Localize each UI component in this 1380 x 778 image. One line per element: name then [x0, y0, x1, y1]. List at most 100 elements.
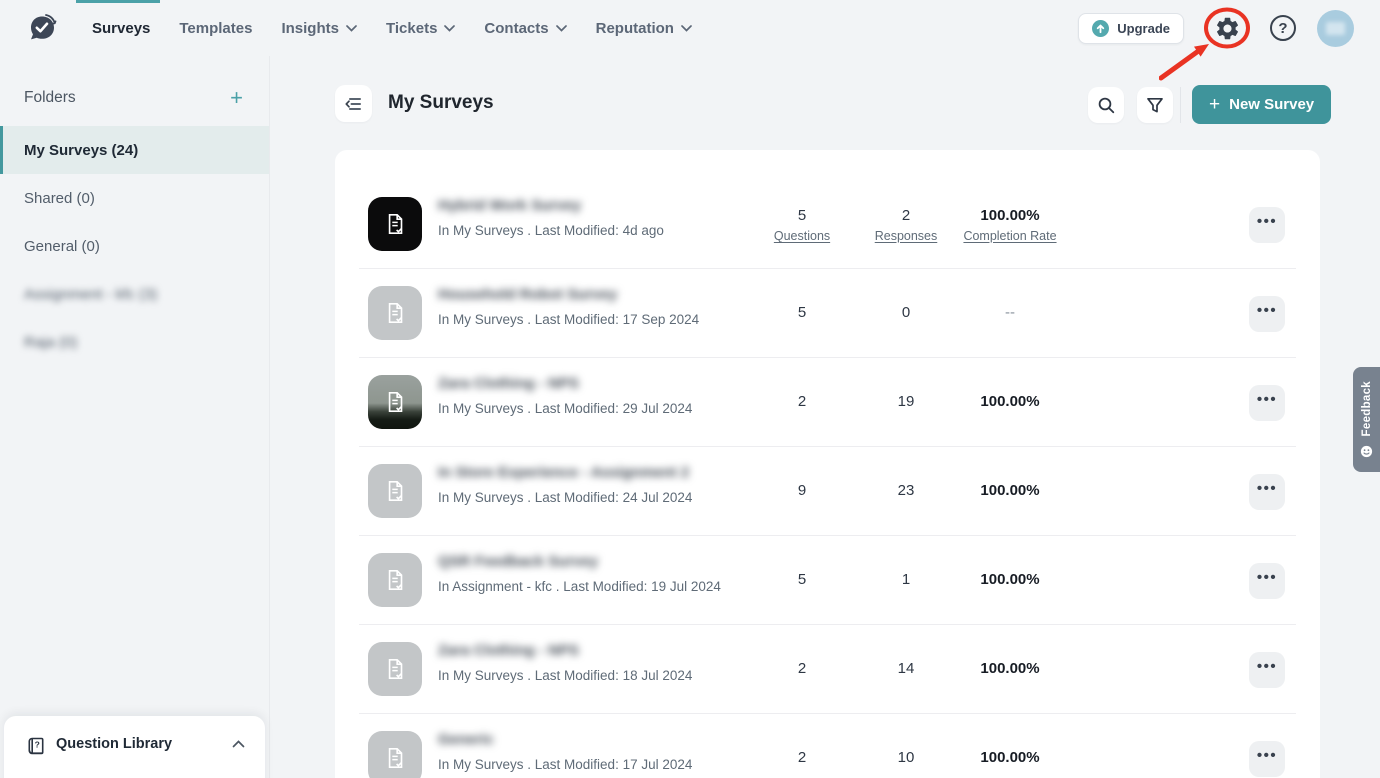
survey-thumbnail[interactable] — [368, 731, 422, 778]
survey-row[interactable]: QSR Feedback Survey In Assignment - kfc … — [335, 536, 1320, 625]
survey-thumbnail[interactable] — [368, 553, 422, 607]
upgrade-button[interactable]: Upgrade — [1078, 13, 1184, 44]
survey-meta: In My Surveys . Last Modified: 24 Jul 20… — [438, 490, 692, 505]
survey-thumbnail[interactable] — [368, 375, 422, 429]
responses-count: 2 — [866, 207, 946, 224]
nav-item-tickets[interactable]: Tickets — [386, 20, 455, 37]
questions-count: 2 — [762, 660, 842, 677]
row-menu-button[interactable]: ••• — [1249, 474, 1285, 510]
responses-count: 10 — [866, 749, 946, 766]
new-survey-label: New Survey — [1229, 96, 1314, 113]
survey-title[interactable]: Generic — [438, 731, 494, 748]
question-library-panel[interactable]: ? Question Library — [4, 716, 265, 778]
questions-count: 2 — [762, 393, 842, 410]
top-navigation: Surveys Templates Insights Tickets Conta… — [0, 0, 1380, 56]
new-survey-button[interactable]: + New Survey — [1192, 85, 1331, 124]
responses-count: 0 — [866, 304, 946, 321]
row-menu-button[interactable]: ••• — [1249, 296, 1285, 332]
user-avatar[interactable] — [1317, 10, 1354, 47]
gear-icon — [1214, 15, 1241, 42]
survey-row[interactable]: Hybrid Work Survey In My Surveys . Last … — [335, 180, 1320, 269]
sidebar-item-shared[interactable]: Shared (0) — [0, 174, 269, 222]
search-button[interactable] — [1088, 87, 1124, 123]
chevron-down-icon — [681, 25, 692, 32]
page-title: My Surveys — [388, 92, 494, 114]
question-library-label: Question Library — [56, 736, 232, 752]
feedback-tab[interactable]: Feedback — [1353, 367, 1380, 472]
nav-label: Tickets — [386, 20, 437, 37]
survey-title[interactable]: Zara Clothing - NPS — [438, 375, 579, 392]
app-logo-icon[interactable] — [26, 12, 58, 44]
add-folder-button[interactable]: + — [230, 88, 243, 108]
nav-label: Reputation — [596, 20, 674, 37]
survey-doc-icon — [382, 656, 408, 682]
questions-label[interactable]: Questions — [762, 229, 842, 243]
survey-thumbnail[interactable] — [368, 286, 422, 340]
collapse-sidebar-button[interactable] — [335, 85, 372, 122]
collapse-sidebar-icon — [345, 97, 362, 111]
nav-item-contacts[interactable]: Contacts — [484, 20, 566, 37]
responses-count: 19 — [866, 393, 946, 410]
survey-row[interactable]: Zara Clothing - NPS In My Surveys . Last… — [335, 358, 1320, 447]
sidebar-item-label: General (0) — [24, 238, 100, 255]
responses-label[interactable]: Responses — [866, 229, 946, 243]
nav-label: Templates — [179, 20, 252, 37]
nav-item-surveys[interactable]: Surveys — [92, 20, 150, 37]
nav-item-reputation[interactable]: Reputation — [596, 20, 692, 37]
sidebar-item-assignment[interactable]: Assignment - kfc (3) — [0, 270, 269, 318]
sidebar-item-my-surveys[interactable]: My Surveys (24) — [0, 126, 269, 174]
survey-thumbnail[interactable] — [368, 642, 422, 696]
nav-right-cluster: Upgrade ? — [1078, 6, 1354, 50]
filter-button[interactable] — [1137, 87, 1173, 123]
survey-title[interactable]: QSR Feedback Survey — [438, 553, 598, 570]
row-menu-button[interactable]: ••• — [1249, 652, 1285, 688]
feedback-tab-label: Feedback — [1361, 381, 1373, 436]
survey-row[interactable]: Zara Clothing - NPS In My Surveys . Last… — [335, 625, 1320, 714]
settings-button[interactable] — [1205, 6, 1249, 50]
svg-text:?: ? — [35, 740, 40, 750]
survey-list-card: Hybrid Work Survey In My Surveys . Last … — [335, 150, 1320, 778]
sidebar-item-label: Raja (0) — [24, 334, 77, 351]
survey-row[interactable]: In Store Experience - Assignment 2 In My… — [335, 447, 1320, 536]
header-divider — [1180, 87, 1181, 123]
sidebar-item-label: My Surveys (24) — [24, 142, 138, 159]
survey-thumbnail[interactable] — [368, 197, 422, 251]
nav-label: Contacts — [484, 20, 548, 37]
smiley-icon — [1360, 445, 1373, 458]
folders-header: Folders + — [0, 56, 269, 126]
row-menu-button[interactable]: ••• — [1249, 385, 1285, 421]
nav-item-templates[interactable]: Templates — [179, 20, 252, 37]
survey-doc-icon — [382, 389, 408, 415]
sidebar-item-raja[interactable]: Raja (0) — [0, 318, 269, 366]
help-button[interactable]: ? — [1270, 15, 1296, 41]
app-window: Surveys Templates Insights Tickets Conta… — [0, 0, 1380, 778]
survey-thumbnail[interactable] — [368, 464, 422, 518]
survey-row[interactable]: Household Robot Survey In My Surveys . L… — [335, 269, 1320, 358]
avatar-placeholder — [1326, 22, 1345, 35]
completion-rate: 100.00% — [950, 571, 1070, 588]
questions-count: 5 — [762, 304, 842, 321]
nav-label: Insights — [281, 20, 339, 37]
sidebar-item-general[interactable]: General (0) — [0, 222, 269, 270]
row-menu-button[interactable]: ••• — [1249, 207, 1285, 243]
filter-funnel-icon — [1146, 97, 1164, 114]
survey-title[interactable]: In Store Experience - Assignment 2 — [438, 464, 689, 481]
survey-title[interactable]: Household Robot Survey — [438, 286, 617, 303]
search-icon — [1097, 96, 1115, 114]
upgrade-label: Upgrade — [1117, 21, 1170, 36]
survey-doc-icon — [382, 745, 408, 771]
completion-rate-label[interactable]: Completion Rate — [950, 229, 1070, 243]
survey-row[interactable]: Generic In My Surveys . Last Modified: 1… — [335, 714, 1320, 778]
upgrade-arrow-icon — [1092, 20, 1109, 37]
questions-count: 9 — [762, 482, 842, 499]
questions-count: 5 — [762, 207, 842, 224]
book-icon: ? — [26, 736, 46, 756]
row-menu-button[interactable]: ••• — [1249, 741, 1285, 777]
survey-meta: In My Surveys . Last Modified: 17 Jul 20… — [438, 757, 692, 772]
row-menu-button[interactable]: ••• — [1249, 563, 1285, 599]
survey-title[interactable]: Hybrid Work Survey — [438, 197, 581, 214]
survey-title[interactable]: Zara Clothing - NPS — [438, 642, 579, 659]
nav-item-insights[interactable]: Insights — [281, 20, 357, 37]
survey-doc-icon — [382, 211, 408, 237]
completion-rate: 100.00% — [950, 393, 1070, 410]
